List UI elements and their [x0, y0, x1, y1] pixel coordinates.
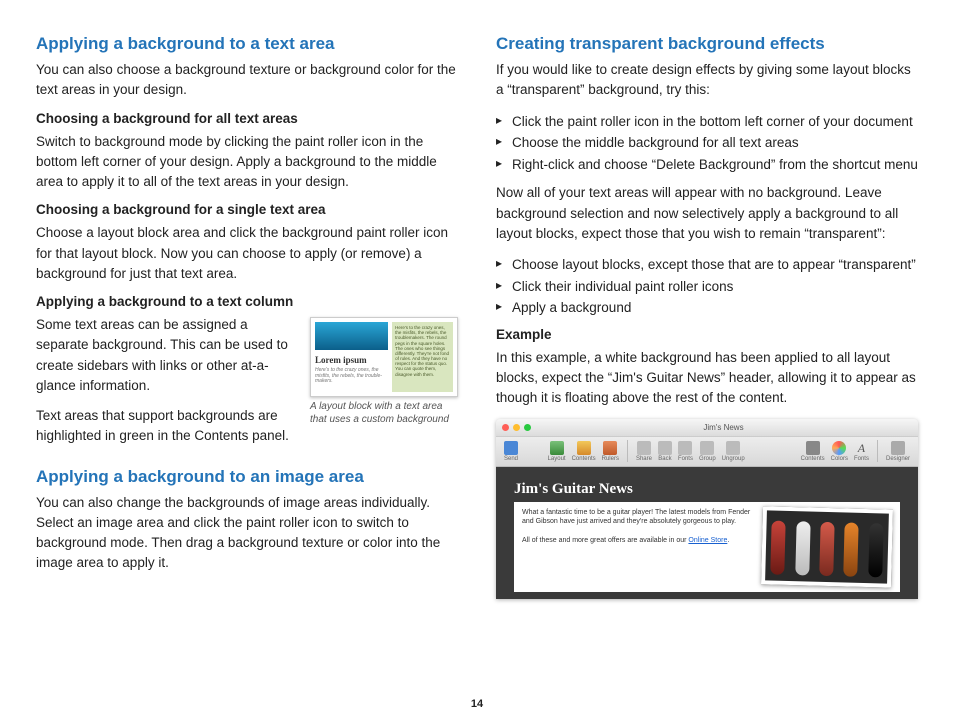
close-icon: [502, 424, 509, 431]
steps-list-1: Click the paint roller icon in the botto…: [496, 111, 918, 176]
toolbar-share: Share: [636, 441, 652, 462]
article-p2b: .: [727, 537, 729, 544]
toolbar-designer: Designer: [886, 441, 910, 462]
colors-icon: [832, 441, 846, 455]
heading-transparent-bg: Creating transparent background effects: [496, 34, 918, 54]
figure-thumbnail: Lorem ipsum Here's to the crazy ones, th…: [310, 317, 458, 397]
guitar-icon: [844, 522, 859, 576]
guitar-icon: [770, 520, 785, 574]
heading-apply-bg-text-area: Applying a background to a text area: [36, 34, 458, 54]
toolbar-send: Send: [504, 441, 518, 462]
paragraph: Now all of your text areas will appear w…: [496, 183, 918, 244]
figure-lorem-title: Lorem ipsum: [315, 355, 388, 366]
list-item: Choose layout blocks, except those that …: [496, 254, 918, 276]
list-item: Right-click and choose “Delete Backgroun…: [496, 154, 918, 176]
contents-icon: [806, 441, 820, 455]
minimize-icon: [513, 424, 520, 431]
article-photo: [761, 506, 893, 587]
toolbar: Send Layout Contents Rulers Share Back F…: [496, 437, 918, 467]
online-store-link: Online Store: [688, 537, 727, 544]
subheading-example: Example: [496, 327, 918, 342]
toolbar-layout: Layout: [548, 441, 566, 462]
toolbar-ungroup: Ungroup: [722, 441, 745, 462]
figure-sidebar-text: Here's to the crazy ones, the misfits, t…: [392, 322, 453, 392]
paragraph: You can also change the backgrounds of i…: [36, 493, 458, 574]
zoom-icon: [524, 424, 531, 431]
subheading-all-text-areas: Choosing a background for all text areas: [36, 111, 458, 126]
paragraph: If you would like to create design effec…: [496, 60, 918, 101]
toolbar-fonts-right: AFonts: [854, 441, 869, 462]
paragraph: You can also choose a background texture…: [36, 60, 458, 101]
toolbar-back: Back: [658, 441, 672, 462]
figure-banner: [315, 322, 388, 350]
figure-caption: A layout block with a text area that use…: [310, 401, 449, 425]
guitar-icon: [819, 521, 834, 575]
fonts-icon: A: [854, 441, 868, 455]
subheading-single-text-area: Choosing a background for a single text …: [36, 202, 458, 217]
heading-apply-bg-image-area: Applying a background to an image area: [36, 467, 458, 487]
designer-icon: [891, 441, 905, 455]
article-text: What a fantastic time to be a guitar pla…: [522, 508, 754, 586]
paragraph: In this example, a white background has …: [496, 348, 918, 409]
toolbar-contents-right: Contents: [801, 441, 825, 462]
toolbar-contents: Contents: [572, 441, 596, 462]
article-card: What a fantastic time to be a guitar pla…: [514, 502, 900, 592]
window-titlebar: Jim's News: [496, 419, 918, 437]
fonts-icon: [678, 441, 692, 455]
share-icon: [637, 441, 651, 455]
article-title: Jim's Guitar News: [514, 481, 900, 498]
page-number: 14: [0, 698, 954, 710]
window-title: Jim's News: [703, 423, 743, 432]
contents-icon: [577, 441, 591, 455]
toolbar-colors: Colors: [831, 441, 848, 462]
list-item: Click their individual paint roller icon…: [496, 276, 918, 298]
send-icon: [504, 441, 518, 455]
paragraph: Choose a layout block area and click the…: [36, 223, 458, 284]
rulers-icon: [603, 441, 617, 455]
article-p1: What a fantastic time to be a guitar pla…: [522, 509, 750, 525]
list-item: Apply a background: [496, 297, 918, 319]
back-icon: [658, 441, 672, 455]
guitar-icon: [795, 521, 810, 575]
figure-lorem-text: Here's to the crazy ones, the misfits, t…: [315, 368, 388, 385]
figure-layout-block: Lorem ipsum Here's to the crazy ones, th…: [310, 317, 458, 426]
ungroup-icon: [726, 441, 740, 455]
steps-list-2: Choose layout blocks, except those that …: [496, 254, 918, 319]
list-item: Choose the middle background for all tex…: [496, 132, 918, 154]
toolbar-fonts: Fonts: [678, 441, 693, 462]
subheading-text-column: Applying a background to a text column: [36, 294, 458, 309]
toolbar-group: Group: [699, 441, 716, 462]
list-item: Click the paint roller icon in the botto…: [496, 111, 918, 133]
guitar-icon: [868, 523, 883, 577]
app-canvas: Jim's Guitar News What a fantastic time …: [496, 467, 918, 599]
figure-app-window: Jim's News Send Layout Contents Rulers S…: [496, 419, 918, 599]
paragraph: Switch to background mode by clicking th…: [36, 132, 458, 193]
group-icon: [700, 441, 714, 455]
layout-icon: [550, 441, 564, 455]
article-p2a: All of these and more great offers are a…: [522, 537, 688, 544]
toolbar-rulers: Rulers: [602, 441, 619, 462]
